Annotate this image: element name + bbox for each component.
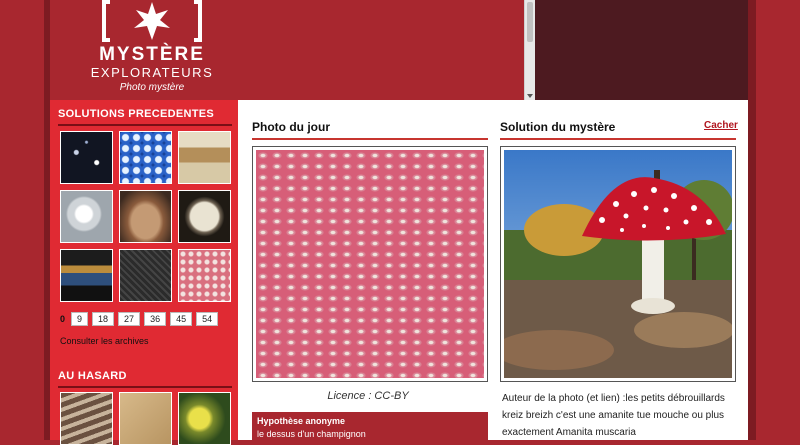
- thumbnail-blue-dots[interactable]: [119, 131, 172, 184]
- solution-photo-frame: [494, 146, 736, 382]
- thumbnail-pink-dots[interactable]: [178, 249, 231, 302]
- site-logo[interactable]: MYSTÈRE EXPLORATEURS Photo mystère: [91, 0, 212, 95]
- main-content: Photo du jour Licence : CC-BY Hypothèse …: [238, 100, 748, 440]
- photo-of-day-frame: [252, 146, 488, 382]
- logo-star-bracket-icon: [102, 0, 202, 42]
- thumbnail-sand-fabric[interactable]: [119, 392, 172, 445]
- page-margin-right: [756, 0, 800, 440]
- photo-license: Licence : CC-BY: [327, 390, 409, 402]
- thumbnail-yellow-flowers[interactable]: [178, 392, 231, 445]
- previous-solutions-heading: Solutions precedentes: [58, 108, 232, 126]
- thumbnail-glass-dome[interactable]: [60, 190, 113, 243]
- hypothesis-title: Hypothèse anonyme: [257, 416, 346, 426]
- logo-title: MYSTÈRE: [99, 44, 205, 65]
- scroll-down-arrow-icon[interactable]: [527, 94, 533, 98]
- scrollbar-thumb[interactable]: [527, 2, 533, 42]
- thumbnail-sparkle-texture[interactable]: [60, 131, 113, 184]
- solution-heading: Solution du mystère: [500, 120, 736, 140]
- thumbnail-tapestry[interactable]: [178, 131, 231, 184]
- header-right-panel: [535, 0, 756, 100]
- solution-text: Auteur de la photo (et lien) :les petits…: [502, 393, 725, 438]
- logo-subtitle: EXPLORATEURS: [90, 65, 214, 80]
- page-shadow-right: [748, 0, 756, 440]
- thumbnail-round-object[interactable]: [178, 190, 231, 243]
- thumbnail-rock-mound[interactable]: [119, 190, 172, 243]
- pagination-page-36[interactable]: 36: [144, 312, 167, 326]
- photo-of-day-heading: Photo du jour: [252, 120, 488, 140]
- pagination-page-18[interactable]: 18: [92, 312, 115, 326]
- hypothesis-box: Hypothèse anonyme le dessus d'un champig…: [252, 412, 488, 440]
- pagination-page-9[interactable]: 9: [71, 312, 89, 326]
- sidebar: Solutions precedentes 0 9 18 27 36 45 54…: [50, 100, 238, 445]
- pagination-page-45[interactable]: 45: [170, 312, 193, 326]
- pagination: 0 9 18 27 36 45 54: [58, 312, 219, 326]
- page-margin-left: [0, 0, 44, 440]
- archives-link[interactable]: Consulter les archives: [60, 336, 149, 346]
- pagination-page-54[interactable]: 54: [196, 312, 219, 326]
- header-scrollbar[interactable]: [524, 0, 535, 100]
- hypothesis-text: le dessus d'un champignon: [257, 429, 366, 439]
- thumbnail-dark-texture[interactable]: [119, 249, 172, 302]
- photo-of-day-image[interactable]: [256, 150, 484, 378]
- logo-tagline: Photo mystère: [119, 82, 185, 93]
- random-heading: Au hasard: [58, 370, 232, 388]
- pagination-current: 0: [60, 314, 66, 324]
- pagination-page-27[interactable]: 27: [118, 312, 141, 326]
- solution-photo-image[interactable]: [494, 150, 734, 378]
- thumbnail-drill-spiral[interactable]: [60, 392, 113, 445]
- thumbnail-instrument-box[interactable]: [60, 249, 113, 302]
- hide-solution-link[interactable]: Cacher: [704, 120, 738, 131]
